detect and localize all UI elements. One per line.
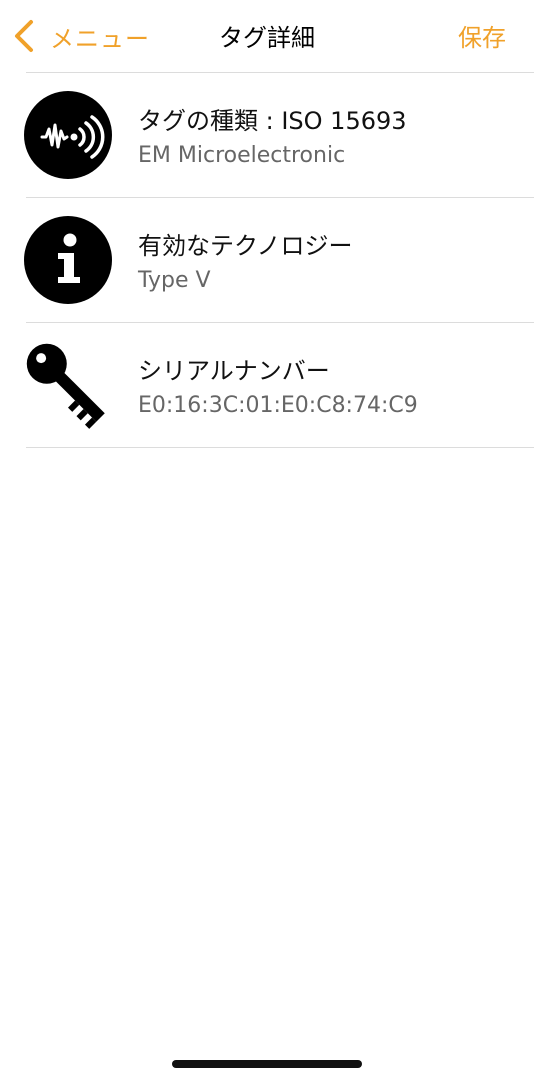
technology-value: Type V (138, 268, 211, 293)
serial-number-label: シリアルナンバー (138, 357, 330, 385)
info-icon (24, 216, 112, 304)
serial-number-value: E0:16:3C:01:E0:C8:74:C9 (138, 393, 418, 418)
navigation-bar: メニュー タグ詳細 保存 (0, 0, 534, 72)
list-item-tag-type[interactable]: タグの種類 : ISO 15693 EM Microelectronic (0, 73, 534, 198)
home-indicator[interactable] (172, 1060, 362, 1068)
tag-detail-list: タグの種類 : ISO 15693 EM Microelectronic 有効な… (0, 73, 534, 448)
list-item-technology[interactable]: 有効なテクノロジー Type V (0, 198, 534, 323)
page-title: タグ詳細 (219, 24, 315, 52)
tag-type-label: タグの種類 : ISO 15693 (138, 107, 407, 135)
tag-manufacturer-value: EM Microelectronic (138, 143, 346, 168)
key-icon (26, 343, 105, 429)
nfc-signal-icon (24, 91, 112, 179)
technology-label: 有効なテクノロジー (138, 232, 353, 260)
save-button[interactable]: 保存 (458, 18, 506, 53)
row-divider (26, 447, 534, 448)
list-item-serial-number[interactable]: シリアルナンバー E0:16:3C:01:E0:C8:74:C9 (0, 323, 534, 448)
